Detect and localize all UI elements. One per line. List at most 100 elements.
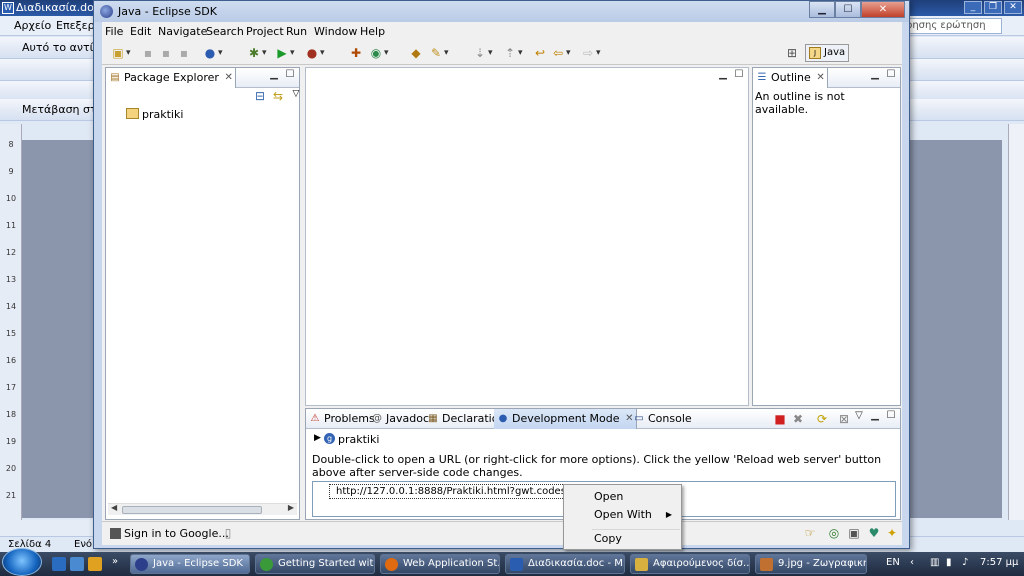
status-heart-icon[interactable]: ♥ <box>866 525 882 541</box>
quicklaunch-media-icon[interactable] <box>88 557 102 571</box>
close-tab-icon[interactable]: ✕ <box>816 68 824 87</box>
open-perspective-icon[interactable]: ⊞ <box>784 45 800 61</box>
search-icon[interactable]: ✎ <box>428 45 449 61</box>
context-menu-copy[interactable]: Copy <box>565 530 680 548</box>
word-minimize-button[interactable]: _ <box>964 1 982 14</box>
expand-icon[interactable]: ▶ <box>314 433 321 443</box>
new-icon[interactable]: ▣ <box>110 45 130 61</box>
maximize-view-icon[interactable]: ☐ <box>886 411 896 421</box>
language-indicator[interactable]: EN <box>886 557 900 568</box>
taskbar-button-eclipse[interactable]: Java - Eclipse SDK <box>130 554 250 574</box>
word-vertical-scrollbar[interactable] <box>1008 124 1024 520</box>
next-annotation-icon[interactable]: ⇣ <box>472 45 493 61</box>
quicklaunch-ie-icon[interactable] <box>70 557 84 571</box>
tab-development-mode[interactable]: ● Development Mode ✕ <box>494 409 637 429</box>
ruler-number: 20 <box>5 464 17 473</box>
link-with-editor-icon[interactable]: ⇆ <box>270 88 286 104</box>
minimize-view-icon[interactable]: ▁ <box>870 70 880 80</box>
java-perspective-button[interactable]: J Java <box>805 44 849 62</box>
maximize-editor-icon[interactable]: ☐ <box>734 70 744 80</box>
tray-network-icon[interactable]: ▥ <box>930 557 939 568</box>
new-java-project-icon[interactable]: ✚ <box>348 45 364 61</box>
devmode-project-row[interactable]: ▶ g praktiki <box>314 433 379 446</box>
word-restore-button[interactable]: ❐ <box>984 1 1002 14</box>
menu-window[interactable]: Window <box>314 25 357 38</box>
status-globe-icon[interactable]: ◎ <box>826 525 842 541</box>
minimize-button[interactable]: ▁ <box>809 1 835 18</box>
menu-navigate[interactable]: Navigate <box>158 25 207 38</box>
menu-help[interactable]: Help <box>360 25 385 38</box>
editor-area[interactable]: ▁ ☐ <box>305 67 749 406</box>
project-item-praktiki[interactable]: praktiki <box>126 108 183 121</box>
tab-outline[interactable]: ☰ Outline ✕ <box>753 68 828 88</box>
maximize-view-icon[interactable]: ☐ <box>886 70 896 80</box>
forward-icon[interactable]: ⇨ <box>580 45 601 61</box>
clear-icon[interactable]: ⊠ <box>836 411 852 427</box>
minimize-view-icon[interactable]: ▁ <box>269 70 279 80</box>
minimize-editor-icon[interactable]: ▁ <box>718 70 728 80</box>
view-menu-icon[interactable]: ▽ <box>288 86 304 102</box>
word-close-button[interactable]: ✕ <box>1004 1 1022 14</box>
close-button[interactable]: ✕ <box>861 1 905 18</box>
debug-icon[interactable]: ✱ <box>246 45 267 61</box>
print-icon[interactable]: ▪ <box>176 45 192 61</box>
view-menu-icon[interactable]: ▽ <box>854 411 864 421</box>
status-hand-icon[interactable]: ☞ <box>802 525 818 541</box>
back-icon[interactable]: ⇦ <box>550 45 571 61</box>
sign-in-google[interactable]: Sign in to Google... <box>110 527 229 540</box>
save-icon[interactable]: ▪ <box>140 45 156 61</box>
terminate-icon[interactable]: ■ <box>772 411 788 427</box>
context-menu-open-with[interactable]: Open With ▶ <box>565 506 680 524</box>
start-button[interactable] <box>2 548 42 576</box>
quicklaunch-overflow-icon[interactable]: » <box>112 556 118 567</box>
eclipse-title-bar[interactable]: Java - Eclipse SDK ▁ ☐ ✕ <box>94 1 909 22</box>
tray-expand-icon[interactable]: ‹ <box>910 557 914 568</box>
clock[interactable]: 7:57 μμ <box>980 557 1018 568</box>
menu-run[interactable]: Run <box>286 25 307 38</box>
taskbar-button-paint[interactable]: 9.jpg - Ζωγραφική <box>755 554 867 574</box>
tray-signal-icon[interactable]: ▮ <box>946 557 952 568</box>
scroll-right-icon[interactable]: ▶ <box>288 503 294 512</box>
status-image-icon[interactable]: ▣ <box>846 525 862 541</box>
word-menu-file[interactable]: Αρχείο <box>14 19 51 32</box>
tray-volume-icon[interactable]: ♪ <box>962 557 968 568</box>
context-menu-open[interactable]: Open <box>565 488 680 506</box>
context-menu: Open Open With ▶ Copy <box>563 484 682 550</box>
taskbar-button-removable-disk[interactable]: Αφαιρούμενος δίσ... <box>630 554 750 574</box>
save-all-icon[interactable]: ▪ <box>158 45 174 61</box>
menu-edit[interactable]: Edit <box>130 25 151 38</box>
external-tools-icon[interactable]: ● <box>304 45 325 61</box>
word-view-buttons[interactable] <box>0 520 100 536</box>
tab-package-explorer[interactable]: ▤ Package Explorer ✕ <box>106 68 236 88</box>
collapse-all-icon[interactable]: ⊟ <box>252 88 268 104</box>
taskbar-button-firefox[interactable]: Web Application St... <box>380 554 500 574</box>
word-toolbar-label-2[interactable]: Μετάβαση στο <box>22 103 103 116</box>
reload-web-server-icon[interactable]: ⟳ <box>814 411 830 427</box>
maximize-view-icon[interactable]: ☐ <box>285 70 295 80</box>
google-icon[interactable]: ● <box>202 45 223 61</box>
maximize-button[interactable]: ☐ <box>835 1 861 18</box>
run-icon[interactable]: ▶ <box>274 45 294 61</box>
new-class-icon[interactable]: ◉ <box>368 45 389 61</box>
last-edit-icon[interactable]: ↩ <box>532 45 548 61</box>
word-help-search[interactable]: ρησης ερώτηση <box>902 18 1002 34</box>
remove-terminated-icon[interactable]: ✖ <box>790 411 806 427</box>
devmode-url-item[interactable]: http://127.0.0.1:8888/Praktiki.html?gwt.… <box>329 484 597 499</box>
scroll-left-icon[interactable]: ◀ <box>111 503 117 512</box>
menu-search[interactable]: Search <box>206 25 244 38</box>
show-desktop-icon[interactable] <box>52 557 66 571</box>
word-vertical-ruler: 8 9 10 11 12 13 14 15 16 17 18 19 20 21 <box>0 124 22 520</box>
taskbar-button-word[interactable]: Διαδικασία.doc - M... <box>505 554 625 574</box>
package-explorer-hscrollbar[interactable]: ◀ ▶ <box>108 503 297 515</box>
tab-console[interactable]: ▭ Console <box>630 409 696 429</box>
status-star-icon[interactable]: ✦ <box>884 525 900 541</box>
minimize-view-icon[interactable]: ▁ <box>870 411 880 421</box>
menu-project[interactable]: Project <box>246 25 284 38</box>
scroll-thumb[interactable] <box>122 506 262 514</box>
close-tab-icon[interactable]: ✕ <box>225 68 233 87</box>
open-type-icon[interactable]: ◆ <box>408 45 424 61</box>
status-add-icon[interactable]: ▯ <box>220 525 236 541</box>
taskbar-button-chrome[interactable]: Getting Started wit... <box>255 554 375 574</box>
previous-annotation-icon[interactable]: ⇡ <box>502 45 523 61</box>
menu-file[interactable]: File <box>105 25 123 38</box>
